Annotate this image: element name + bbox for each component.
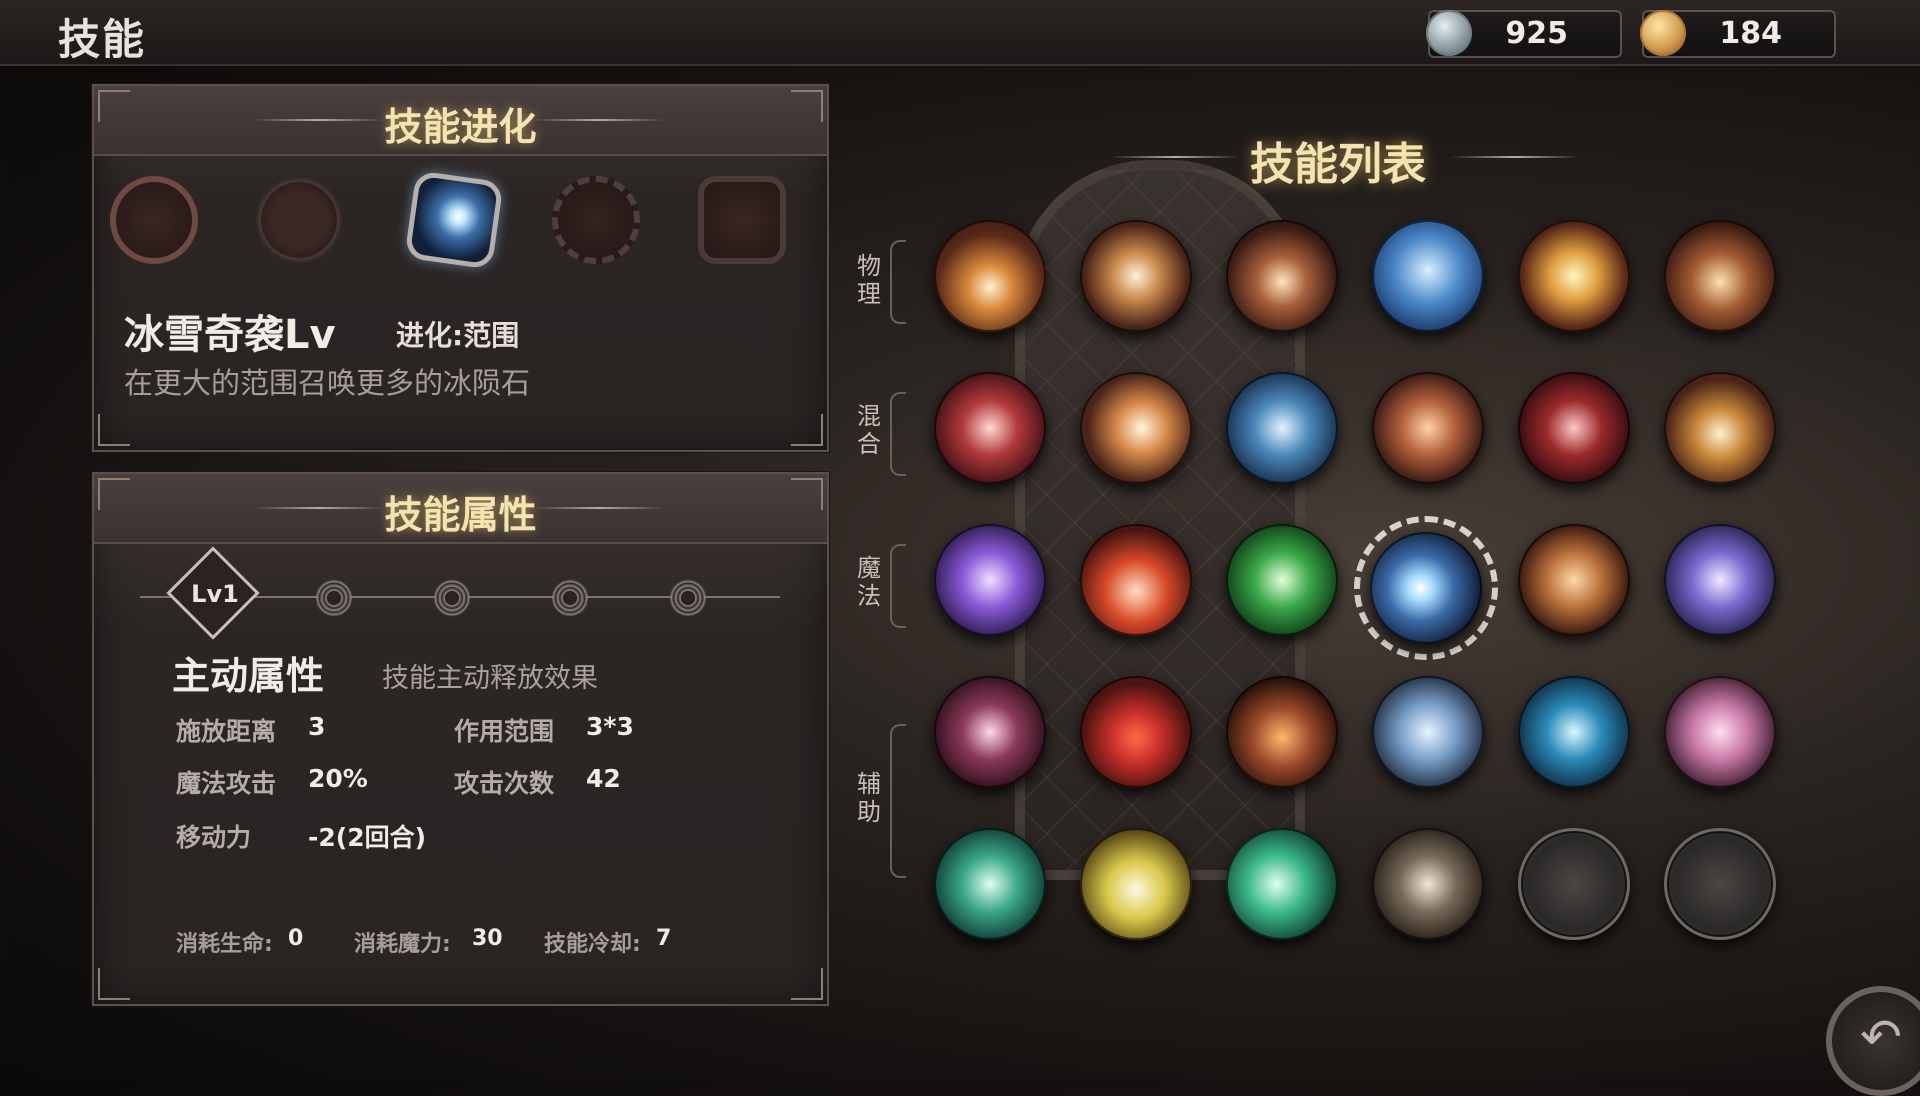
stat-label-movement: 移动力: [176, 823, 252, 852]
level-node-rose-icon[interactable]: [430, 576, 474, 620]
gold-coin-icon: [1640, 10, 1686, 56]
silver-coin-icon: [1426, 10, 1472, 56]
flourish-left: [1110, 156, 1240, 158]
skill-ring-icon[interactable]: [1372, 372, 1484, 484]
level-node-rose-icon[interactable]: [548, 576, 592, 620]
skill-lightning-icon[interactable]: [934, 524, 1046, 636]
skill-slot-empty[interactable]: [1518, 828, 1630, 940]
level-node-rose-icon[interactable]: [666, 576, 710, 620]
level-node-rose-icon[interactable]: [312, 576, 356, 620]
skill-quake-icon[interactable]: [1664, 220, 1776, 332]
stat-value-movement: -2(2回合): [308, 823, 427, 852]
skill-haste-icon[interactable]: [934, 828, 1046, 940]
evolution-slot-1[interactable]: [110, 176, 198, 264]
silver-amount: 925: [1505, 16, 1568, 51]
corner-ornament: [98, 968, 130, 1000]
skill-slash-burst-icon[interactable]: [934, 220, 1046, 332]
corner-ornament: [98, 414, 130, 446]
silver-currency: 925: [1426, 10, 1622, 58]
stat-value-area: 3*3: [586, 712, 634, 741]
skill-dash-icon[interactable]: [1080, 372, 1192, 484]
category-support: 辅助: [857, 770, 881, 826]
corner-ornament: [791, 90, 823, 122]
stat-value-cast-range: 3: [308, 712, 326, 741]
skill-beam-icon[interactable]: [1518, 220, 1630, 332]
skill-poison-cloud-icon[interactable]: [1226, 524, 1338, 636]
cost-label-mp: 消耗魔力:: [354, 932, 451, 957]
skill-crossed-blades-icon[interactable]: [1518, 372, 1630, 484]
category-bracket: [890, 392, 906, 476]
skill-holy-heal-icon[interactable]: [1080, 828, 1192, 940]
stat-value-magic-attack: 20%: [308, 764, 368, 793]
evolution-panel-header: 技能进化: [94, 86, 827, 156]
skill-ghost-dash-icon[interactable]: [1226, 372, 1338, 484]
category-bracket: [890, 240, 906, 324]
corner-ornament: [791, 478, 823, 510]
stat-label-area: 作用范围: [454, 717, 555, 746]
corner-ornament: [98, 90, 130, 122]
skill-sword-rain-icon[interactable]: [1664, 372, 1776, 484]
attribute-panel-title: 技能属性: [384, 493, 537, 537]
skill-name: 冰雪奇袭Lv: [124, 312, 336, 358]
active-attribute-title: 主动属性: [172, 654, 325, 698]
cost-value-cooldown: 7: [656, 926, 672, 951]
cost-label-cooldown: 技能冷却:: [544, 932, 641, 957]
skill-dark-aura-icon[interactable]: [934, 676, 1046, 788]
corner-ornament: [791, 968, 823, 1000]
corner-ornament: [791, 414, 823, 446]
back-arrow-icon: ↶: [1860, 1008, 1902, 1066]
attribute-panel-header: 技能属性: [94, 474, 827, 544]
evolution-panel-title: 技能进化: [384, 105, 537, 149]
evolution-slot-4[interactable]: [552, 176, 640, 264]
cost-value-hp: 0: [288, 926, 304, 951]
skill-ice-crystal-icon[interactable]: [1372, 676, 1484, 788]
stat-label-cast-range: 施放距离: [176, 717, 277, 746]
active-attribute-subtitle: 技能主动释放效果: [382, 663, 598, 694]
evolution-type-label: 进化:范围: [396, 319, 520, 352]
skill-heal-plus-icon[interactable]: [1226, 828, 1338, 940]
skill-whirlwind-icon[interactable]: [1080, 220, 1192, 332]
skill-void-slash-icon[interactable]: [1664, 524, 1776, 636]
category-mixed: 混合: [857, 402, 881, 458]
category-physical: 物理: [857, 252, 881, 308]
skill-spirit-swirl-icon[interactable]: [1372, 828, 1484, 940]
skill-ice-meteor-icon[interactable]: [1370, 532, 1482, 644]
top-bar: 技能 925 184: [0, 0, 1920, 66]
category-magic: 魔法: [857, 554, 881, 610]
stat-label-magic-attack: 魔法攻击: [176, 769, 277, 798]
cost-label-hp: 消耗生命:: [176, 932, 273, 957]
skill-fireball-icon[interactable]: [1518, 524, 1630, 636]
gold-amount: 184: [1719, 16, 1782, 51]
stat-value-hit-count: 42: [586, 764, 621, 793]
corner-ornament: [98, 478, 130, 510]
skill-fire-burst-icon[interactable]: [1080, 524, 1192, 636]
page-title: 技能: [58, 15, 147, 64]
skill-ground-strike-icon[interactable]: [1226, 220, 1338, 332]
evolution-slot-3-ice-meteor-icon[interactable]: [404, 170, 504, 270]
gold-currency: 184: [1640, 10, 1836, 58]
evolution-description: 在更大的范围召唤更多的冰陨石: [124, 366, 531, 400]
skill-blade-icon[interactable]: [934, 372, 1046, 484]
skill-vortex-icon[interactable]: [1518, 676, 1630, 788]
evolution-slot-2[interactable]: [255, 176, 343, 264]
category-bracket: [890, 544, 906, 628]
flourish-right: [1450, 156, 1580, 158]
category-bracket: [890, 724, 906, 878]
cost-value-mp: 30: [472, 926, 503, 951]
skill-fire-spirit-icon[interactable]: [1080, 676, 1192, 788]
skill-bell-icon[interactable]: [1372, 220, 1484, 332]
evolution-slot-5[interactable]: [698, 176, 786, 264]
skill-slot-empty[interactable]: [1664, 828, 1776, 940]
skill-shield-bubble-icon[interactable]: [1664, 676, 1776, 788]
stat-label-hit-count: 攻击次数: [454, 769, 555, 798]
skill-bomb-spirit-icon[interactable]: [1226, 676, 1338, 788]
skill-list-title: 技能列表: [1250, 139, 1426, 190]
level-label: Lv1: [191, 580, 239, 608]
